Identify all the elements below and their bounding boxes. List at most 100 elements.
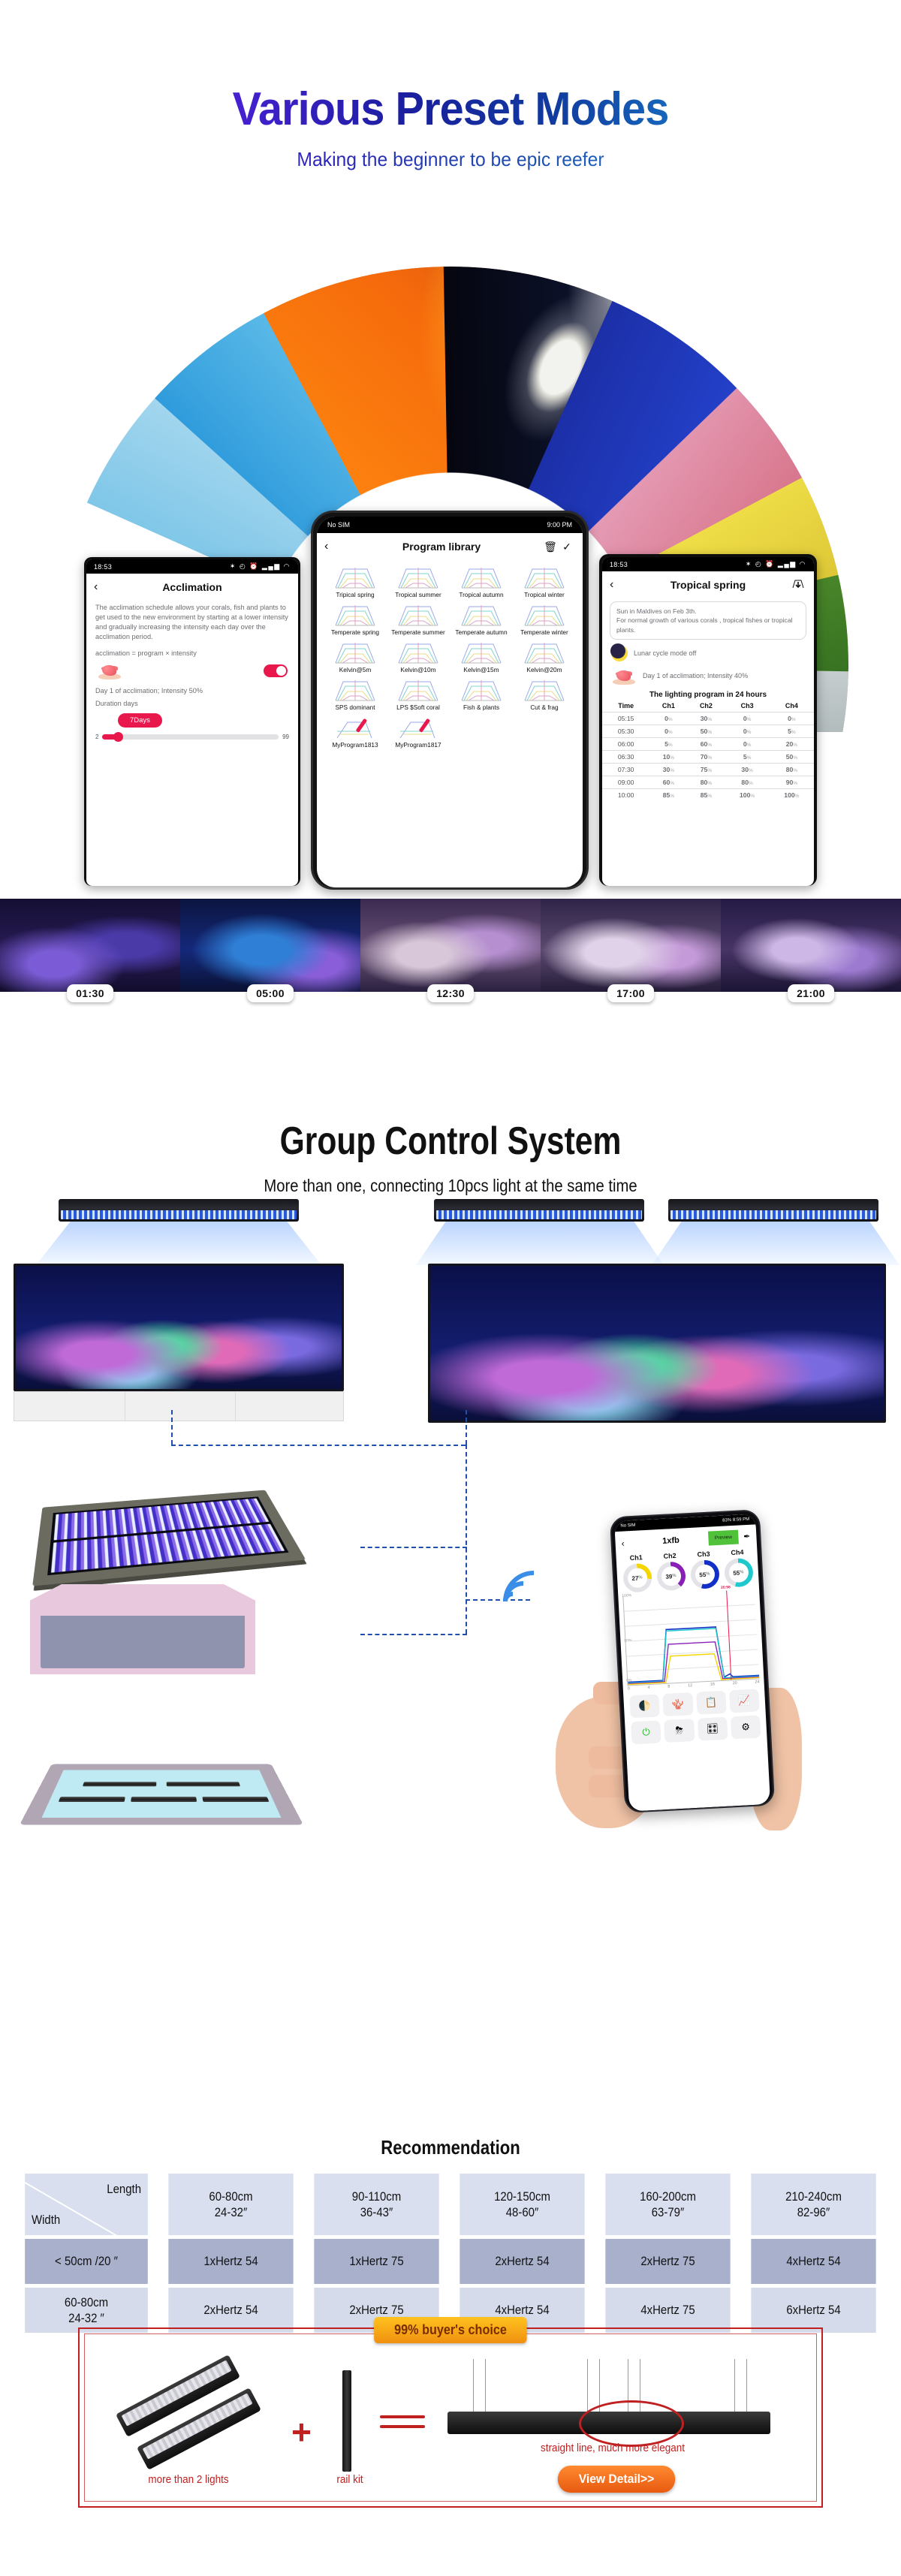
power-icon[interactable]: ⏻ [631,1720,661,1745]
download-curve-icon[interactable] [790,578,806,592]
acclimation-coral-icon[interactable]: 🪸 [662,1692,694,1717]
custom-curve-edit-icon [324,713,386,740]
cell-ch2: 60% [687,737,725,751]
coral-icon [97,661,122,680]
program-item[interactable]: Tropical autumn [450,562,512,598]
program-label: Kelvin@5m [339,666,372,673]
program-label: Temperate autumn [455,628,508,636]
storm-cloud-icon[interactable]: ⛈ [664,1719,695,1743]
duration-slider-row[interactable]: 2 99 [86,728,298,743]
curve-thumb-icon [387,676,449,703]
cell-time: 10:00 [602,788,650,802]
program-item[interactable]: Kelvin@5m [324,637,386,673]
acclimation-toggle[interactable] [264,664,288,677]
edit-icon[interactable]: ✒ [738,1532,751,1542]
program-item[interactable]: Cut & frag [514,675,575,711]
caption-rail: rail kit [336,2473,363,2486]
channel-dials: Ch1 27% Ch2 39% Ch3 55 % Ch4 55 % [616,1544,759,1593]
channel-dial[interactable]: Ch2 39% [652,1551,689,1592]
channel-ring: 39% [655,1561,686,1592]
program-list-icon[interactable]: 📋 [695,1690,727,1715]
view-detail-button[interactable]: View Detail>> [557,2466,676,2493]
acclimation-toggle-row [86,657,298,680]
back-icon[interactable]: ‹ [324,540,341,553]
tank-glass [428,1264,886,1423]
tank-glass [14,1264,344,1391]
preset-modes-section: Various Preset Modes Making the beginner… [0,0,901,1047]
reef-frame: 17:00 [541,899,721,1002]
banner-ribbon: 99% buyer's choice [374,2317,527,2343]
x-tick: 12 [687,1683,693,1689]
lunar-cycle-icon[interactable]: 🌓 [629,1694,661,1719]
col-ch1: Ch1 [661,702,675,710]
cell-ch1: 85% [649,788,688,802]
reef-timeline-strip: 01:30 05:00 12:30 17:00 21:00 [0,899,901,1002]
slider-knob[interactable] [113,732,123,743]
edit-curve-icon[interactable]: 📈 [728,1689,760,1713]
channel-unit: % [638,1575,643,1580]
program-label: LPS $Soft coral [396,704,440,711]
confirm-icon[interactable]: ✓ [559,541,575,553]
delete-icon[interactable]: 🗑 [542,541,559,553]
preview-button[interactable]: Preview [707,1529,739,1546]
program-item[interactable]: Kelvin@10m [387,637,449,673]
program-item[interactable]: Tropical summer [387,562,449,598]
back-icon[interactable]: ‹ [621,1537,634,1548]
program-item[interactable]: Tripical spring [324,562,386,598]
recommendation-title: Recommendation [381,2136,520,2159]
phone-program-library: No SIM 9:00 PM ‹ Program library 🗑 ✓ Tri… [311,511,589,890]
program-item[interactable]: Temperate autumn [450,600,512,636]
program-label: Tropical autumn [459,591,504,598]
channel-dial[interactable]: Ch3 55% [686,1550,722,1589]
status-bar: 18:53 ✶ ◴ ⏰ ▂▄▆ ◠ [602,557,814,571]
program-item[interactable]: Fish & plants [450,675,512,711]
cell-ch2: 85% [687,788,725,802]
col-ch3: Ch3 [740,702,754,710]
duration-slider[interactable] [102,732,279,743]
width-label: 60-80cm 24-32 ″ [25,2288,148,2333]
x-tick: 16 [710,1682,716,1687]
cell-ch3: 0% [725,737,770,751]
curve-thumb-icon [450,601,512,628]
status-icons: ✶ ◴ ⏰ ▂▄▆ ◠ [745,560,806,568]
channel-dial[interactable]: Ch1 27% [619,1553,655,1593]
back-icon[interactable]: ‹ [94,580,110,594]
phone-acclimation: 18:53 ✶ ◴ ⏰ ▂▄▆ ◠ ‹ Acclimation The accl… [84,557,300,886]
table-row: 07:30 30% 75% 30% 80% [602,763,814,776]
program-item[interactable]: Tropical winter [514,562,575,598]
channel-name: Ch1 [629,1553,643,1562]
program-item[interactable]: Kelvin@20m [514,637,575,673]
cell-ch4: 80% [769,763,814,776]
cell-ch2: 80% [687,776,725,789]
back-icon[interactable]: ‹ [610,578,626,592]
cursor-time-label: 20:58 [720,1585,731,1590]
cell-ch4: 20% [769,737,814,751]
status-carrier: No SIM [327,521,351,529]
tank-cutaway [30,1584,255,1674]
settings-icon[interactable]: ⚙ [730,1715,761,1740]
cell-ch3: 80% [725,776,770,789]
duration-value-pill[interactable]: 7Days [118,713,162,728]
cell-time: 05:30 [602,725,650,738]
program-item[interactable]: SPS dominant [324,675,386,711]
curve-thumb-icon [324,563,386,590]
program-item[interactable]: Kelvin@15m [450,637,512,673]
connector-line [171,1410,173,1445]
program-item[interactable]: Temperate winter [514,600,575,636]
custom-program-item[interactable]: MyProgram1813 [324,713,386,749]
program-item[interactable]: Temperate summer [387,600,449,636]
custom-program-item[interactable]: MyProgram1817 [387,713,449,749]
lunar-row: Lunar cycle mode off [602,640,814,662]
page-title: Various Preset Modes [32,0,869,136]
program-item[interactable]: LPS $Soft coral [387,675,449,711]
light-beam [36,1222,321,1265]
x-tick: 0 [627,1686,631,1692]
table-title: The lighting program in 24 hours [649,691,767,700]
program-item[interactable]: Temperate spring [324,600,386,636]
plus-sign: + [291,2412,312,2451]
channel-dial[interactable]: Ch4 55% [720,1547,756,1588]
grid-filler [450,713,512,749]
recommendation-value: 6xHertz 54 [751,2288,876,2333]
sliders-icon[interactable]: 🎛 [697,1716,728,1741]
intensity-chart: 100% 50% 0% 20:58 [622,1585,760,1686]
